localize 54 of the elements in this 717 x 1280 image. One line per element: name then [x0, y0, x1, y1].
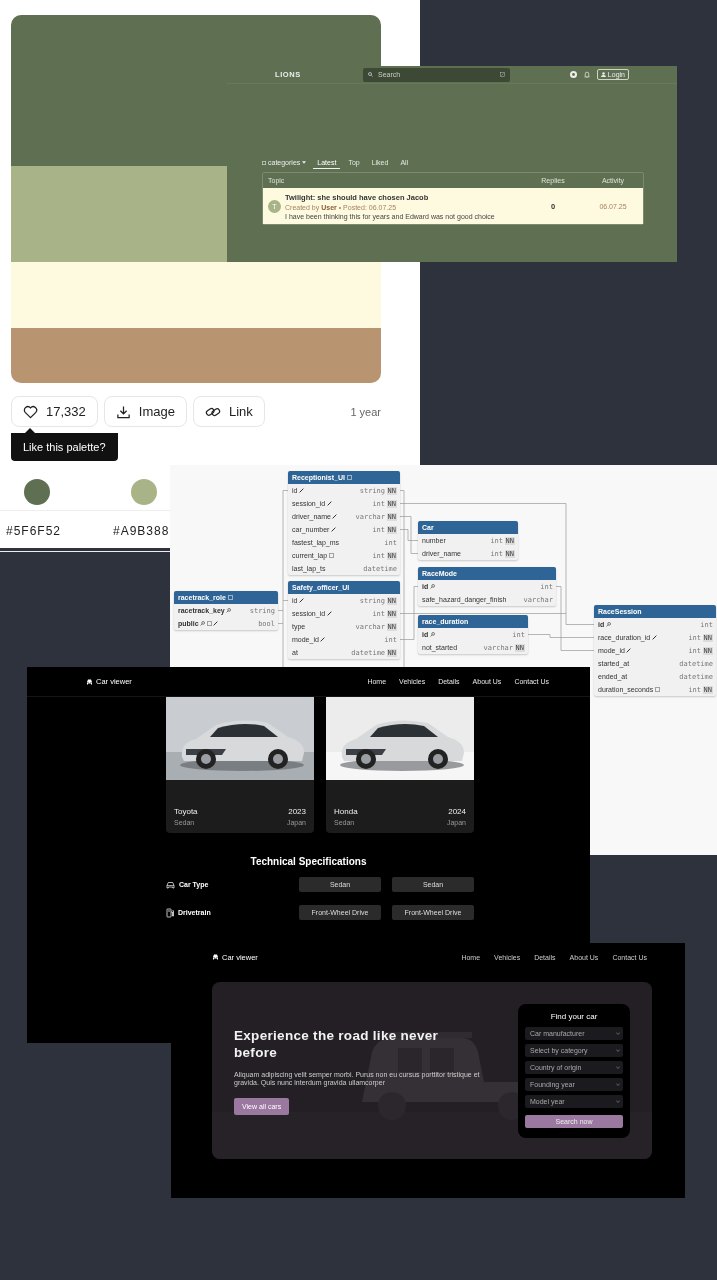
car-icon	[212, 954, 219, 960]
image-download-button[interactable]: Image	[103, 396, 187, 427]
link-icon	[298, 598, 304, 603]
download-icon	[115, 404, 131, 419]
car-year: 2023	[288, 807, 306, 816]
link-icon	[651, 635, 657, 640]
fuel-pump-icon	[166, 907, 174, 918]
tooltip: Like this palette?	[11, 428, 118, 461]
chevron-icon	[616, 1082, 620, 1086]
key-icon	[429, 584, 435, 589]
hero-heading: Experience the road like never before	[234, 1026, 440, 1061]
key-icon	[429, 632, 435, 637]
link-icon	[330, 527, 336, 532]
hex-code: #5F6F52	[6, 524, 62, 538]
heart-icon	[23, 404, 38, 419]
note-icon	[227, 595, 233, 600]
chevron-icon	[616, 1065, 620, 1069]
panel-title: Find your car	[550, 1011, 598, 1021]
note-icon	[346, 475, 352, 480]
key-icon	[200, 621, 206, 626]
user-icon	[600, 72, 606, 77]
car-make: Toyota	[174, 807, 198, 816]
link-icon	[298, 488, 304, 493]
key-icon	[226, 608, 232, 613]
section-heading: Technical Specifications	[249, 856, 368, 867]
link-icon	[626, 648, 632, 653]
note-icon	[328, 553, 334, 558]
chevron-icon	[616, 1048, 620, 1052]
like-button[interactable]: 17,332	[11, 396, 98, 427]
link-button[interactable]: Link	[192, 396, 265, 427]
note-icon	[206, 621, 212, 626]
key-icon	[605, 622, 611, 627]
chevron-icon	[616, 1031, 620, 1035]
shortcut-key-icon	[500, 72, 505, 77]
hex-code: #A9B388	[113, 524, 170, 538]
color-swatch[interactable]	[11, 328, 381, 383]
bell-icon[interactable]	[583, 71, 590, 78]
link-icon	[320, 637, 326, 642]
link-icon	[332, 514, 338, 519]
link-icon	[326, 611, 332, 616]
car-year: 2024	[448, 807, 466, 816]
color-swatch[interactable]	[11, 262, 381, 328]
caret-icon	[302, 161, 307, 164]
car-icon	[166, 880, 175, 889]
car-icon	[86, 678, 93, 685]
car-make: Honda	[334, 807, 358, 816]
age-label: 1 year	[350, 405, 381, 418]
chevron-icon	[616, 1099, 620, 1103]
link-icon	[326, 501, 332, 506]
link-icon	[213, 621, 219, 626]
search-icon	[368, 72, 373, 77]
circle-icon[interactable]	[569, 71, 577, 78]
note-icon	[654, 687, 660, 692]
color-swatch[interactable]	[11, 166, 227, 262]
